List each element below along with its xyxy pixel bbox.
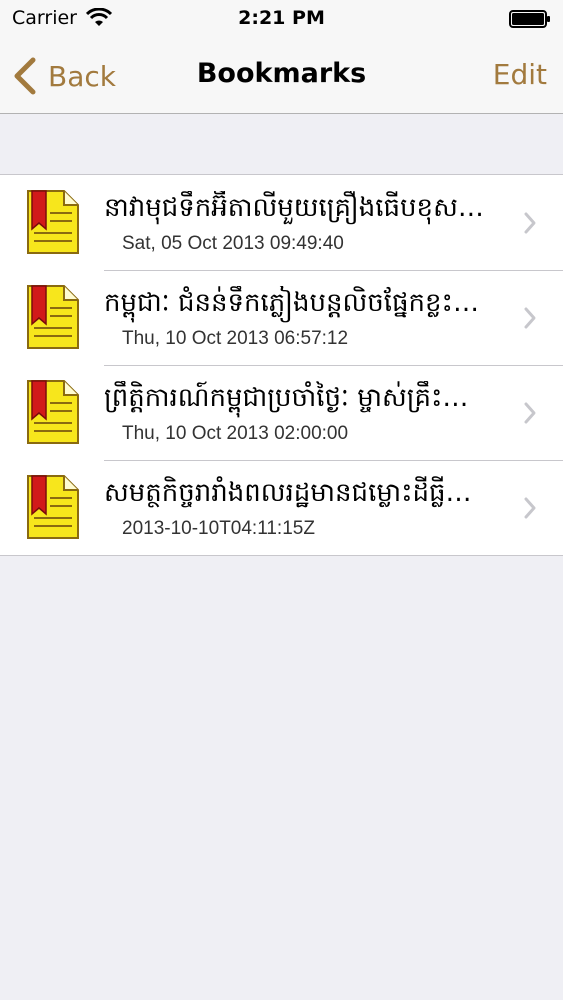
- bookmark-list: នាវាមុជទឹកអ៊ីតាលីមួយគ្រឿងធើបខុស… Sat, 05…: [0, 174, 563, 556]
- bookmark-title: សមត្ថកិច្ចរារាំងពលរដ្ឋមានជម្លោះដីធ្លីជា…: [104, 478, 494, 508]
- bookmark-date: Thu, 10 Oct 2013 06:57:12: [122, 328, 349, 349]
- chevron-right-icon: [524, 212, 536, 234]
- chevron-right-icon: [524, 402, 536, 424]
- bookmark-row[interactable]: សមត្ថកិច្ចរារាំងពលរដ្ឋមានជម្លោះដីធ្លីជា……: [0, 460, 563, 555]
- bookmark-document-icon: [27, 285, 79, 349]
- bookmark-title: ព្រឹត្តិការណ៍កម្ពុជាប្រចាំថ្ងៃៈ ម្ចាស់គ្…: [104, 383, 469, 413]
- bookmark-title: នាវាមុជទឹកអ៊ីតាលីមួយគ្រឿងធើបខុស…: [104, 193, 484, 223]
- battery-icon: [509, 10, 550, 28]
- bookmark-row[interactable]: កម្ពុជាៈ ជំនន់ទឹកភ្លៀងបន្តលិចផ្នែកខ្លះ… …: [0, 270, 563, 365]
- bookmark-date: 2013-10-10T04:11:15Z: [122, 518, 315, 539]
- bookmark-date: Sat, 05 Oct 2013 09:49:40: [122, 233, 344, 254]
- chevron-right-icon: [524, 307, 536, 329]
- status-bar: Carrier 2:21 PM: [0, 0, 563, 40]
- bookmark-document-icon: [27, 475, 79, 539]
- clock: 2:21 PM: [238, 7, 325, 29]
- bookmark-date: Thu, 10 Oct 2013 02:00:00: [122, 423, 349, 444]
- chevron-right-icon: [524, 497, 536, 519]
- bookmark-document-icon: [27, 190, 79, 254]
- page-title: Bookmarks: [196, 58, 367, 89]
- edit-button[interactable]: Edit: [493, 58, 547, 91]
- bookmark-row[interactable]: នាវាមុជទឹកអ៊ីតាលីមួយគ្រឿងធើបខុស… Sat, 05…: [0, 175, 563, 270]
- navigation-bar: Back Bookmarks Edit: [0, 40, 563, 114]
- bookmark-title: កម្ពុជាៈ ជំនន់ទឹកភ្លៀងបន្តលិចផ្នែកខ្លះ…: [104, 288, 479, 318]
- bookmark-document-icon: [27, 380, 79, 444]
- bookmark-row[interactable]: ព្រឹត្តិការណ៍កម្ពុជាប្រចាំថ្ងៃៈ ម្ចាស់គ្…: [0, 365, 563, 460]
